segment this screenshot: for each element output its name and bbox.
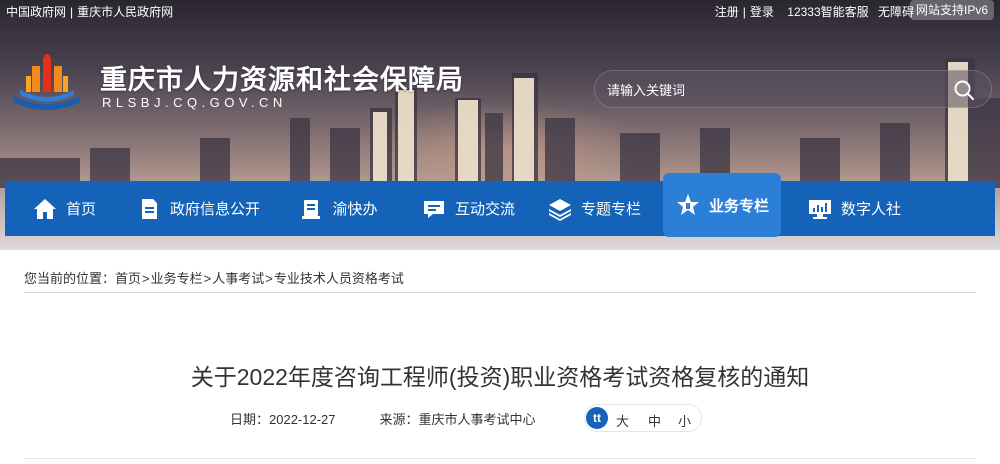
breadcrumb-prefix: 您当前的位置： (24, 271, 116, 286)
divider (24, 458, 976, 459)
register-link[interactable]: 注册 (715, 5, 739, 19)
top-links-left: 中国政府网 | 重庆市人民政府网 (6, 3, 173, 20)
document-icon (141, 198, 157, 219)
city-gov-link[interactable]: 重庆市人民政府网 (77, 5, 173, 19)
breadcrumb-professional-exam[interactable]: 专业技术人员资格考试 (274, 271, 404, 286)
date-label: 日期： (230, 412, 270, 427)
source-label: 来源： (379, 412, 419, 427)
top-links-bar: 中国政府网 | 重庆市人民政府网 注册 | 登录 12333智能客服 无障碍 网站支持I… (0, 0, 1000, 20)
bureau-logo-icon[interactable] (8, 52, 86, 116)
search-icon[interactable] (953, 79, 975, 101)
nav-item-label: 互动交流 (454, 201, 515, 218)
book-icon (302, 199, 321, 219)
accessibility-link[interactable]: 无障碍 (878, 5, 914, 19)
main-nav: 首页 政府信息公开 渝快办 互动交流 专题专栏 业务专栏 数字人社 (5, 173, 995, 237)
search-box (594, 70, 992, 108)
nav-item-gov-info[interactable]: 政府信息公开 (123, 181, 273, 236)
ipv6-badge: 网站支持IPv6 (909, 0, 994, 20)
login-link[interactable]: 登录 (750, 5, 774, 19)
service-hotline-link[interactable]: 12333智能客服 (787, 5, 868, 19)
article-source: 重庆市人事考试中心 (418, 412, 536, 427)
nav-item-label: 专题专栏 (580, 201, 641, 218)
breadcrumb: 您当前的位置：首页>业务专栏>人事考试>专业技术人员资格考试 (24, 268, 976, 293)
breadcrumb-home[interactable]: 首页 (115, 271, 141, 286)
font-size-switcher: tt 大 中 小 (584, 404, 702, 432)
top-links-right: 注册 | 登录 12333智能客服 无障碍 (715, 3, 914, 20)
font-size-small-button[interactable]: 小 (678, 411, 691, 430)
article-meta: 日期：2022-12-27 来源：重庆市人事考试中心 (230, 409, 536, 428)
nav-item-label: 数字人社 (840, 201, 901, 218)
separator: | (70, 5, 74, 19)
chat-icon (423, 200, 444, 218)
article-title: 关于2022年度咨询工程师(投资)职业资格考试资格复核的通知 (190, 364, 810, 390)
nav-item-label: 渝快办 (332, 201, 378, 218)
site-domain: RLSBJ.CQ.GOV.CN (102, 95, 287, 110)
nav-item-business[interactable]: 业务专栏 (663, 173, 781, 237)
nav-item-digital[interactable]: 数字人社 (789, 181, 919, 236)
breadcrumb-business[interactable]: 业务专栏 (151, 271, 203, 286)
font-size-medium-button[interactable]: 中 (648, 411, 661, 430)
nav-item-special-topics[interactable]: 专题专栏 (533, 181, 655, 236)
home-icon (33, 198, 56, 219)
gov-portal-link[interactable]: 中国政府网 (6, 5, 66, 19)
layers-icon (548, 198, 571, 221)
separator: | (742, 5, 746, 19)
font-size-large-button[interactable]: 大 (616, 411, 629, 430)
nav-item-home[interactable]: 首页 (5, 181, 123, 236)
breadcrumb-personnel-exam[interactable]: 人事考试 (212, 271, 264, 286)
search-input[interactable] (607, 79, 937, 101)
site-title[interactable]: 重庆市人力资源和社会保障局 (100, 58, 464, 97)
nav-item-yukuaiban[interactable]: 渝快办 (273, 181, 403, 236)
article-date: 2022-12-27 (269, 412, 336, 427)
monitor-icon (808, 199, 831, 219)
star-icon (676, 194, 699, 215)
nav-item-interaction[interactable]: 互动交流 (403, 181, 533, 236)
nav-item-label: 业务专栏 (708, 197, 769, 215)
breadcrumb-separator: > (265, 271, 273, 286)
font-size-icon: tt (586, 407, 608, 429)
nav-item-label: 政府信息公开 (169, 201, 260, 218)
breadcrumb-separator: > (142, 271, 150, 286)
breadcrumb-separator: > (203, 271, 212, 286)
nav-item-label: 首页 (65, 201, 96, 218)
